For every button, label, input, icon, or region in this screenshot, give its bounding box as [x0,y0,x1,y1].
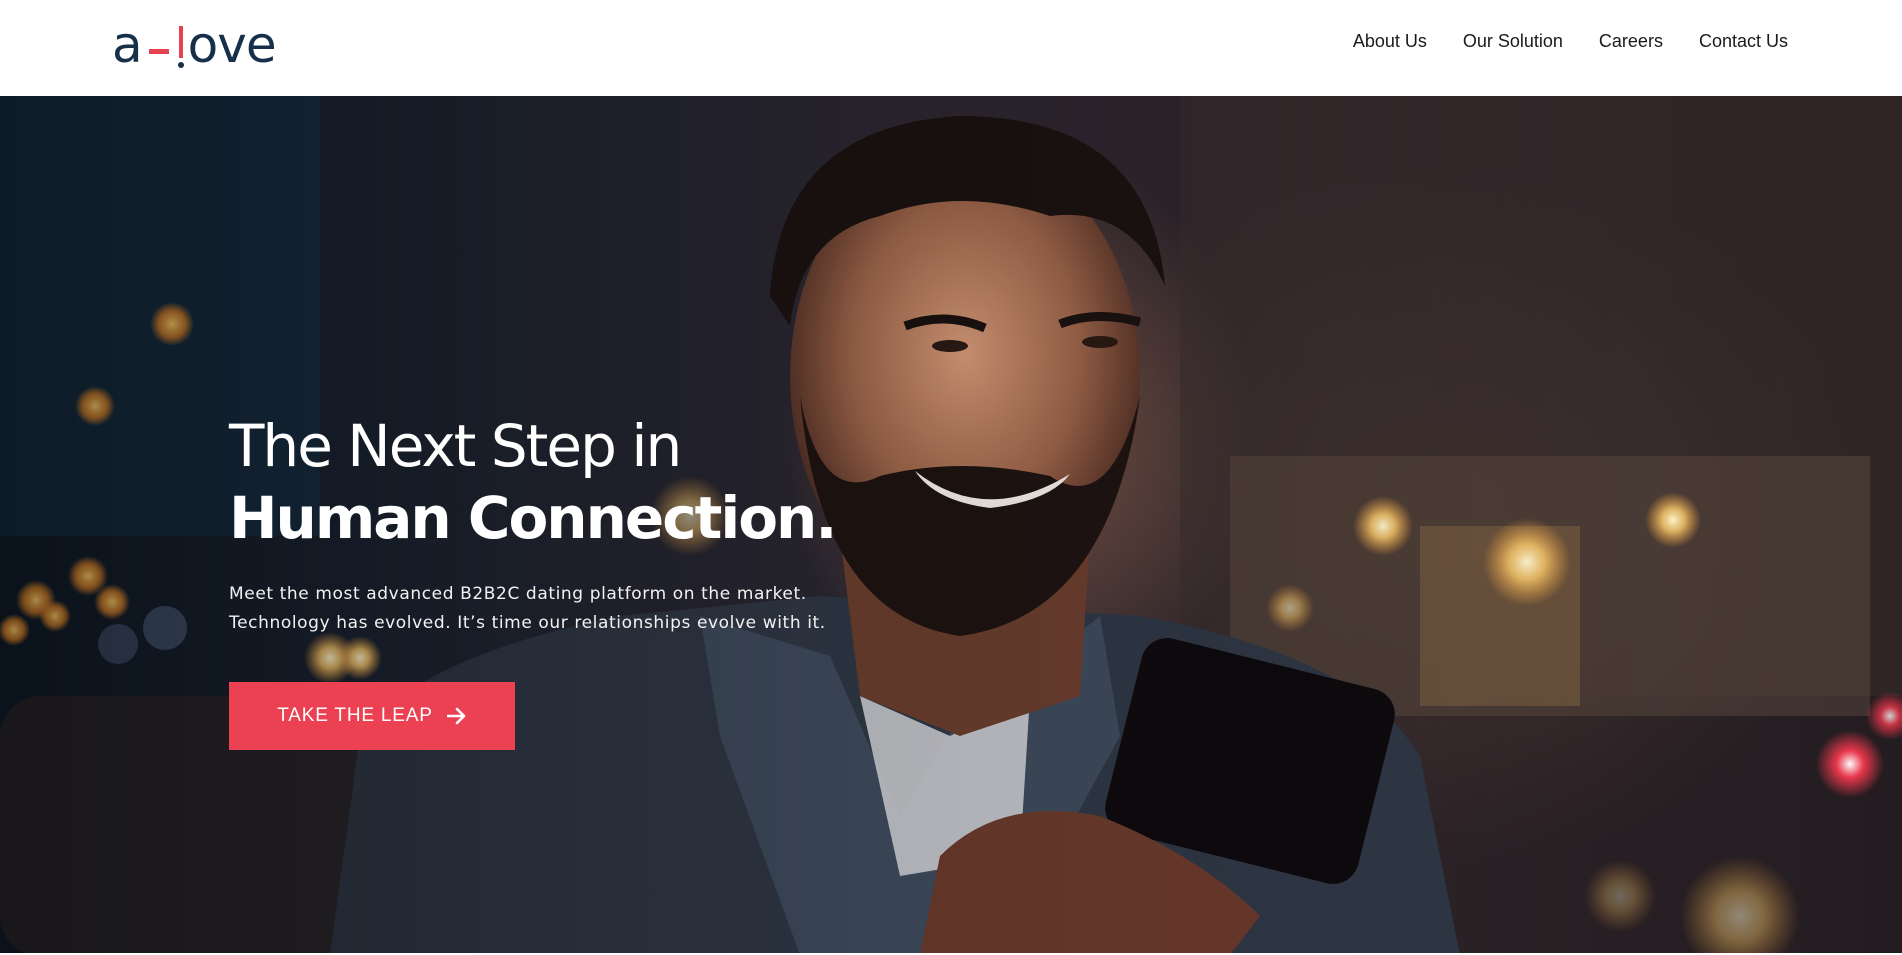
cta-label: TAKE THE LEAP [277,705,433,726]
logo-exclamation-icon [176,26,186,70]
hero-section: The Next Step in Human Connection. Meet … [0,96,1902,955]
main-navigation: About Us Our Solution Careers Contact Us [1353,31,1788,52]
hero-headline-line-1: The Next Step in [229,412,682,480]
logo-dash [148,49,169,54]
hero-subtext-line-1: Meet the most advanced B2B2C dating plat… [229,584,807,604]
nav-about-us[interactable]: About Us [1353,31,1427,52]
hero-subtext-line-2: Technology has evolved. It’s time our re… [229,613,826,633]
nav-contact-us[interactable]: Contact Us [1699,31,1788,52]
logo-letter-a: a [112,16,143,74]
hero-text-block: The Next Step in Human Connection. Meet … [229,410,837,638]
take-the-leap-button[interactable]: TAKE THE LEAP [229,682,515,750]
nav-our-solution[interactable]: Our Solution [1463,31,1563,52]
nav-careers[interactable]: Careers [1599,31,1663,52]
arrow-right-icon [446,707,466,725]
site-header: a ove About Us Our Solution Careers Cont… [0,0,1902,96]
brand-logo[interactable]: a ove [112,16,277,74]
logo-letters-ove: ove [187,16,277,74]
hero-subtext: Meet the most advanced B2B2C dating plat… [229,580,835,638]
hero-headline-line-2: Human Connection. [229,484,837,552]
